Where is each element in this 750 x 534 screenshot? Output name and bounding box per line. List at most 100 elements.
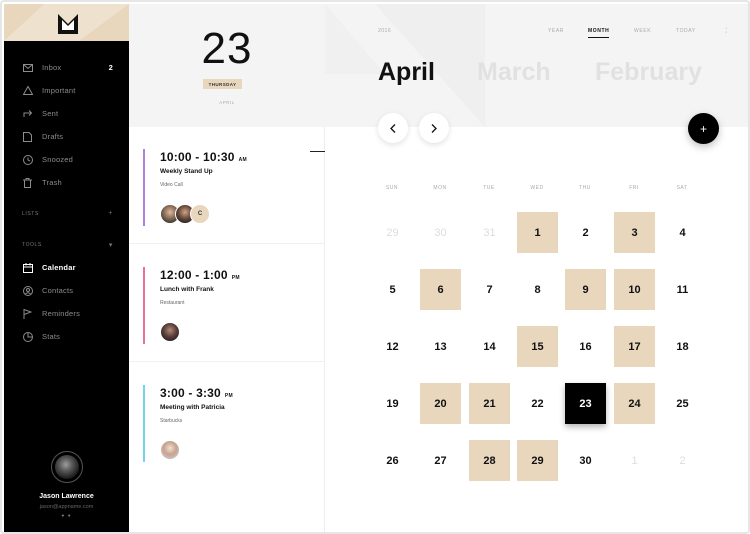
- tab-year[interactable]: YEAR: [548, 28, 564, 34]
- event-color-bar: [143, 149, 145, 226]
- weekday-label: MON: [433, 185, 447, 191]
- day-cell[interactable]: 24: [614, 383, 655, 424]
- event-time: 12:00 - 1:00 PM: [160, 268, 240, 282]
- day-cell[interactable]: 29: [517, 440, 558, 481]
- attendee-avatar[interactable]: [160, 322, 180, 342]
- day-cell[interactable]: 20: [420, 383, 461, 424]
- day-cell[interactable]: 26: [372, 440, 413, 481]
- event-time-range: 12:00 - 1:00: [160, 268, 228, 282]
- day-cell[interactable]: 17: [614, 326, 655, 367]
- sidebar-item-label: Snoozed: [42, 155, 74, 164]
- day-cell[interactable]: 25: [662, 383, 703, 424]
- year-label[interactable]: 2016: [378, 28, 391, 34]
- event-time: 3:00 - 3:30 PM: [160, 386, 233, 400]
- day-cell[interactable]: 12: [372, 326, 413, 367]
- user-profile[interactable]: Jason Lawrence jason@appname.com • •: [4, 451, 129, 520]
- event-attendees: [160, 322, 180, 342]
- selected-month-label: APRIL: [219, 100, 235, 105]
- day-cell[interactable]: 2: [565, 212, 606, 253]
- event-attendees: [160, 440, 180, 460]
- day-cell[interactable]: 8: [517, 269, 558, 310]
- sidebar-item-contacts[interactable]: Contacts: [4, 279, 129, 302]
- lists-label: LISTS: [22, 210, 39, 217]
- attendee-avatar[interactable]: [160, 440, 180, 460]
- more-options-button[interactable]: • •: [4, 513, 129, 520]
- app-window: Inbox 2 Important Sent Drafts Snoozed Tr…: [0, 0, 750, 534]
- sidebar-item-reminders[interactable]: Reminders: [4, 302, 129, 325]
- month-current[interactable]: April: [378, 58, 435, 87]
- contacts-icon: [22, 285, 33, 296]
- tools-section-header[interactable]: TOOLS ▾: [4, 233, 129, 256]
- sidebar-item-sent[interactable]: Sent: [4, 102, 129, 125]
- tab-today[interactable]: TODAY: [676, 28, 696, 34]
- prev-month-button[interactable]: [378, 113, 408, 143]
- day-cell[interactable]: 30: [565, 440, 606, 481]
- day-cell[interactable]: 27: [420, 440, 461, 481]
- day-cell[interactable]: 5: [372, 269, 413, 310]
- attendee-initial-avatar[interactable]: C: [190, 204, 210, 224]
- next-month-button[interactable]: [419, 113, 449, 143]
- sidebar-item-important[interactable]: Important: [4, 79, 129, 102]
- day-cell[interactable]: 15: [517, 326, 558, 367]
- day-cell[interactable]: 10: [614, 269, 655, 310]
- day-cell[interactable]: 3: [614, 212, 655, 253]
- day-cell-today[interactable]: 23: [565, 383, 606, 424]
- day-cell[interactable]: 4: [662, 212, 703, 253]
- calendar-main: 2016 YEAR MONTH WEEK TODAY · · April Marc…: [325, 4, 748, 532]
- kebab-menu-icon[interactable]: · ·: [725, 25, 727, 36]
- day-cell[interactable]: 6: [420, 269, 461, 310]
- event-time-range: 3:00 - 3:30: [160, 386, 221, 400]
- day-detail-panel: 23 THURSDAY APRIL 10:00 - 10:30 AM Weekly…: [129, 4, 325, 532]
- day-cell[interactable]: 31: [469, 212, 510, 253]
- day-cell[interactable]: 2: [662, 440, 703, 481]
- tab-month[interactable]: MONTH: [588, 28, 610, 38]
- event-ampm: AM: [238, 157, 247, 163]
- day-cell[interactable]: 28: [469, 440, 510, 481]
- chevron-down-icon[interactable]: ▾: [109, 241, 113, 249]
- sidebar-item-inbox[interactable]: Inbox 2: [4, 56, 129, 79]
- day-cell[interactable]: 11: [662, 269, 703, 310]
- tools-label: TOOLS: [22, 241, 42, 248]
- day-cell[interactable]: 7: [469, 269, 510, 310]
- add-list-icon[interactable]: +: [108, 210, 113, 217]
- event-card[interactable]: 10:00 - 10:30 AM Weekly Stand Up Video Ca…: [129, 127, 325, 244]
- plus-icon: +: [699, 121, 707, 136]
- event-ampm: PM: [231, 275, 240, 281]
- day-cell[interactable]: 21: [469, 383, 510, 424]
- day-cell[interactable]: 16: [565, 326, 606, 367]
- flag-icon: [22, 308, 33, 319]
- tab-week[interactable]: WEEK: [634, 28, 651, 34]
- day-cell[interactable]: 30: [420, 212, 461, 253]
- event-location: Video Call: [160, 182, 183, 188]
- sidebar-item-calendar[interactable]: Calendar: [4, 256, 129, 279]
- month-earlier[interactable]: February: [595, 58, 702, 87]
- add-event-button[interactable]: +: [688, 113, 719, 144]
- mail-icon: [22, 62, 33, 73]
- lists-section-header[interactable]: LISTS +: [4, 202, 129, 225]
- user-email: jason@appname.com: [39, 504, 94, 510]
- weekday-label: FRI: [629, 185, 639, 191]
- forward-icon: [22, 108, 33, 119]
- day-cell[interactable]: 13: [420, 326, 461, 367]
- document-icon: [22, 131, 33, 142]
- day-cell[interactable]: 29: [372, 212, 413, 253]
- calendar-icon: [22, 262, 33, 273]
- day-cell[interactable]: 19: [372, 383, 413, 424]
- sidebar-item-stats[interactable]: Stats: [4, 325, 129, 348]
- day-cell[interactable]: 22: [517, 383, 558, 424]
- event-card[interactable]: 3:00 - 3:30 PM Meeting with Patricia Star…: [129, 363, 325, 480]
- sidebar-item-trash[interactable]: Trash: [4, 171, 129, 194]
- day-cell[interactable]: 1: [517, 212, 558, 253]
- event-title: Meeting with Patricia: [160, 404, 225, 411]
- day-cell[interactable]: 9: [565, 269, 606, 310]
- day-cell[interactable]: 18: [662, 326, 703, 367]
- day-cell[interactable]: 14: [469, 326, 510, 367]
- chevron-right-icon: [431, 123, 437, 133]
- avatar[interactable]: [50, 451, 83, 483]
- day-cell[interactable]: 1: [614, 440, 655, 481]
- event-card[interactable]: 12:00 - 1:00 PM Lunch with Frank Restaura…: [129, 245, 325, 362]
- sidebar-item-drafts[interactable]: Drafts: [4, 125, 129, 148]
- event-time-range: 10:00 - 10:30: [160, 150, 235, 164]
- sidebar-item-snoozed[interactable]: Snoozed: [4, 148, 129, 171]
- month-previous[interactable]: March: [477, 58, 551, 87]
